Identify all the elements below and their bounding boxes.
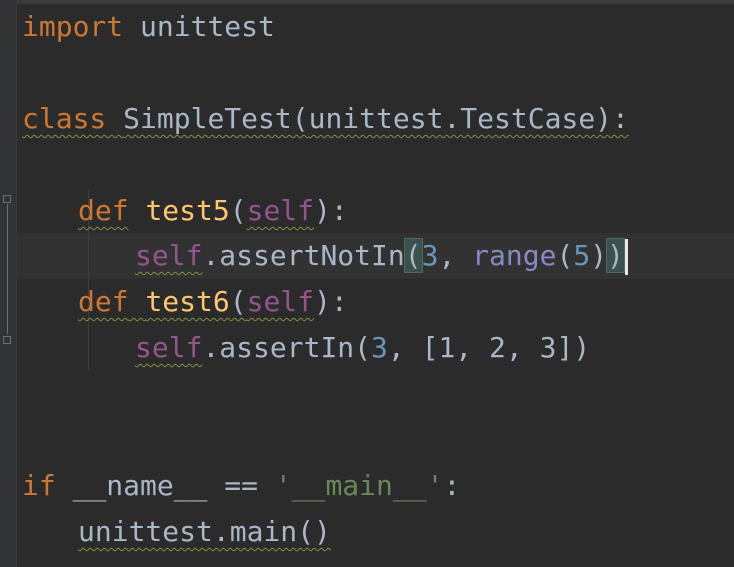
module-name: unittest bbox=[123, 10, 275, 43]
comma: , bbox=[438, 239, 473, 272]
base-class: unittest.TestCase bbox=[308, 102, 596, 135]
paren-close: ) bbox=[573, 331, 591, 364]
paren-close: ) bbox=[590, 239, 608, 272]
comma: , bbox=[387, 331, 422, 364]
fold-line bbox=[7, 204, 8, 334]
paren-open: ( bbox=[291, 102, 309, 135]
code-editor[interactable]: import unittest class SimpleTest(unittes… bbox=[0, 0, 734, 567]
matched-paren-close: ) bbox=[606, 238, 625, 273]
main-call: unittest.main() bbox=[78, 515, 331, 548]
fold-marker-icon[interactable] bbox=[3, 195, 11, 203]
method-call: .assertIn bbox=[202, 331, 355, 364]
builtin-range: range bbox=[472, 239, 557, 272]
text-cursor bbox=[624, 239, 628, 275]
equality-operator: == bbox=[207, 469, 275, 502]
method-call: .assertNotIn bbox=[202, 239, 405, 272]
colon: : bbox=[443, 469, 461, 502]
paren-close: ): bbox=[314, 194, 348, 227]
editor-gutter bbox=[0, 0, 17, 567]
keyword-import: import bbox=[22, 10, 124, 43]
function-name: test6 bbox=[145, 285, 230, 318]
paren-close: ): bbox=[314, 285, 348, 318]
number-literal: 3 bbox=[371, 331, 388, 364]
number-literal: 3 bbox=[421, 239, 439, 272]
function-name: test5 bbox=[145, 194, 230, 227]
keyword-if: if bbox=[22, 469, 56, 502]
code-line-6[interactable]: self.assertNotIn(3, range(5)) bbox=[135, 233, 628, 279]
string-literal: '__main__' bbox=[274, 469, 444, 502]
list-literal: [1, 2, 3] bbox=[421, 331, 574, 364]
keyword-class: class bbox=[22, 102, 107, 135]
code-line-5[interactable]: def test5(self): bbox=[78, 188, 348, 234]
number-literal: 5 bbox=[573, 239, 591, 272]
paren-open: ( bbox=[229, 194, 247, 227]
paren-close: ): bbox=[595, 102, 629, 135]
code-line-3[interactable]: class SimpleTest(unittest.TestCase): bbox=[22, 96, 629, 142]
self-ref: self bbox=[135, 331, 203, 364]
code-line-7[interactable]: def test6(self): bbox=[78, 279, 348, 325]
fold-marker-icon[interactable] bbox=[3, 336, 11, 344]
paren-open: ( bbox=[229, 285, 247, 318]
paren-open: ( bbox=[354, 331, 372, 364]
code-line-11[interactable]: if __name__ == '__main__': bbox=[22, 463, 460, 509]
code-line-8[interactable]: self.assertIn(3, [1, 2, 3]) bbox=[135, 325, 590, 371]
self-param: self bbox=[246, 194, 315, 227]
matched-paren-open: ( bbox=[403, 238, 423, 273]
code-line-1[interactable]: import unittest bbox=[22, 4, 275, 50]
class-name: SimpleTest bbox=[123, 102, 292, 135]
keyword-def: def bbox=[78, 194, 129, 227]
paren-open: ( bbox=[556, 239, 574, 272]
self-param: self bbox=[246, 285, 315, 318]
self-ref: self bbox=[135, 239, 203, 272]
keyword-def: def bbox=[78, 285, 129, 318]
code-line-12[interactable]: unittest.main() bbox=[78, 509, 331, 555]
dunder-name: __name__ bbox=[72, 469, 208, 502]
